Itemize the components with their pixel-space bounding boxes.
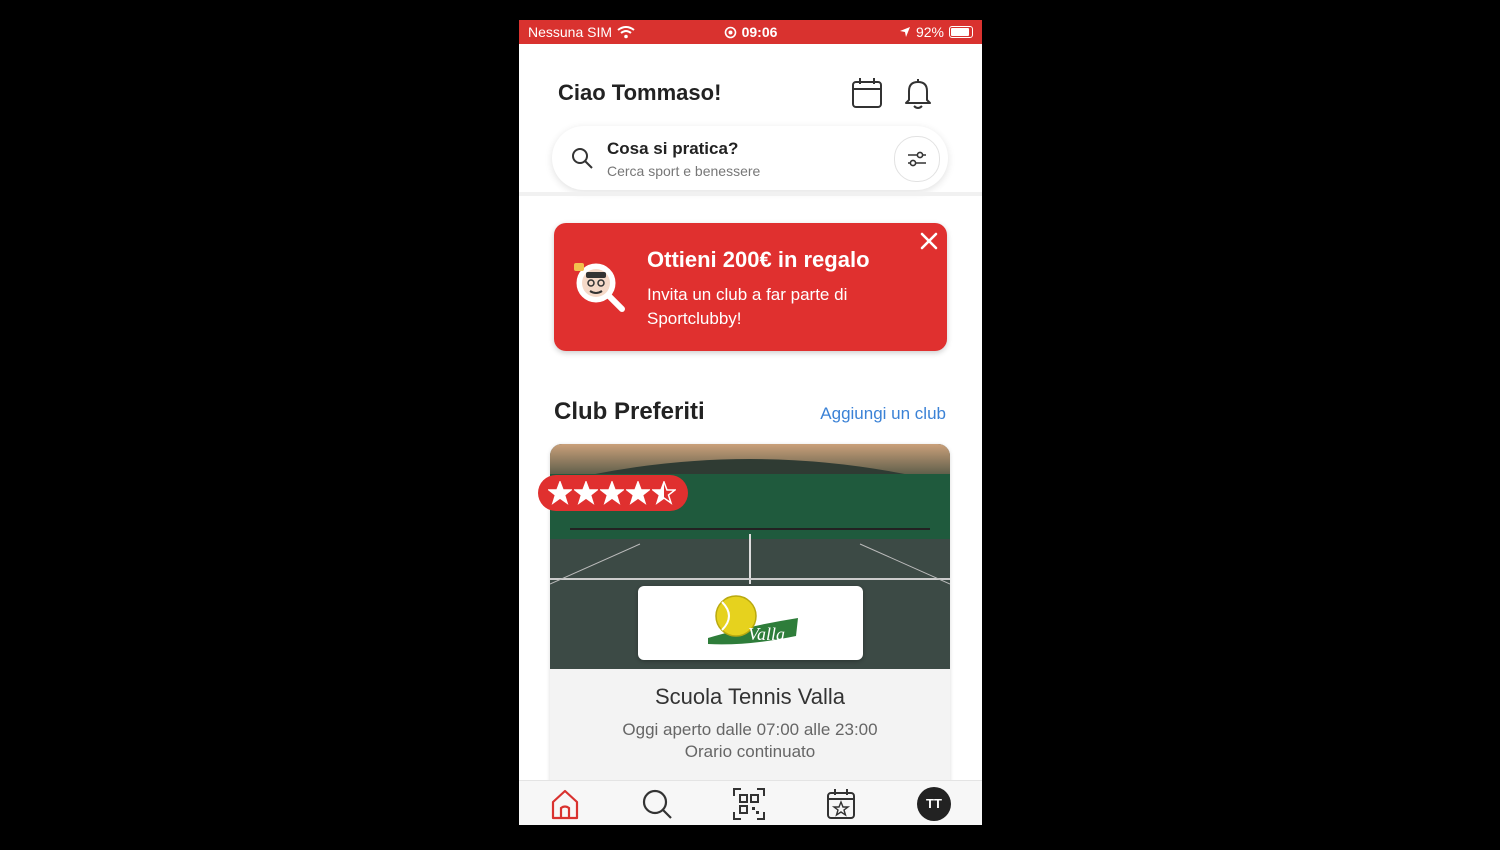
club-hours: Oggi aperto dalle 07:00 alle 23:00 [622, 720, 878, 739]
star-icon [574, 481, 598, 505]
star-icon [626, 481, 650, 505]
search-title: Cosa si pratica? [607, 139, 739, 158]
calendar-star-icon[interactable] [824, 787, 858, 821]
bell-icon[interactable] [901, 76, 935, 110]
referral-magnifier-icon [574, 263, 625, 312]
header: Ciao Tommaso! Cosa si pratica? Cerca spo… [519, 44, 982, 192]
search-icon [572, 148, 593, 169]
calendar-icon[interactable] [850, 76, 884, 110]
qr-code-icon[interactable] [732, 787, 766, 821]
section-title: Club Preferiti [554, 398, 705, 425]
battery-percent: 92% [915, 24, 944, 40]
clock-label: 09:06 [741, 24, 778, 40]
status-bar: Nessuna SIM 09:06 92% [519, 20, 982, 44]
rating-badge [538, 475, 688, 511]
search-tab-icon[interactable] [640, 787, 674, 821]
home-icon[interactable] [548, 787, 582, 821]
battery-fill [951, 28, 970, 36]
search-bar[interactable]: Cosa si pratica? Cerca sport e benessere [552, 126, 948, 190]
battery-icon [949, 26, 973, 38]
greeting-title: Ciao Tommaso! [558, 80, 722, 105]
banner-text: Invita un club a far parte di Sportclubb… [647, 285, 848, 328]
club-hours-note: Orario continuato [684, 742, 816, 761]
header-divider [519, 192, 982, 196]
filter-button[interactable] [894, 136, 940, 182]
club-name: Scuola Tennis Valla [655, 684, 845, 709]
status-right: 92% [899, 24, 973, 40]
star-icon [652, 481, 676, 505]
tennis-ball-logo-icon: Valla [708, 595, 798, 645]
avatar[interactable]: TT [917, 787, 951, 821]
star-icon [548, 481, 572, 505]
add-club-link[interactable]: Aggiungi un club [820, 404, 946, 424]
banner-title: Ottieni 200€ in regalo [647, 247, 870, 272]
search-subtitle: Cerca sport e benessere [607, 163, 761, 179]
location-arrow-icon [899, 27, 910, 37]
filter-sliders-icon [908, 151, 926, 167]
tab-bar: TT [519, 780, 982, 825]
close-icon[interactable] [919, 231, 939, 251]
star-icon [600, 481, 624, 505]
promo-banner[interactable]: Ottieni 200€ in regalo Invita un club a … [554, 223, 947, 351]
alarm-icon [724, 26, 736, 38]
logo-text: Valla [748, 624, 785, 644]
phone-screen: Nessuna SIM 09:06 92% Ciao Tommaso! Cosa… [519, 20, 982, 825]
club-logo: Valla [638, 586, 863, 660]
